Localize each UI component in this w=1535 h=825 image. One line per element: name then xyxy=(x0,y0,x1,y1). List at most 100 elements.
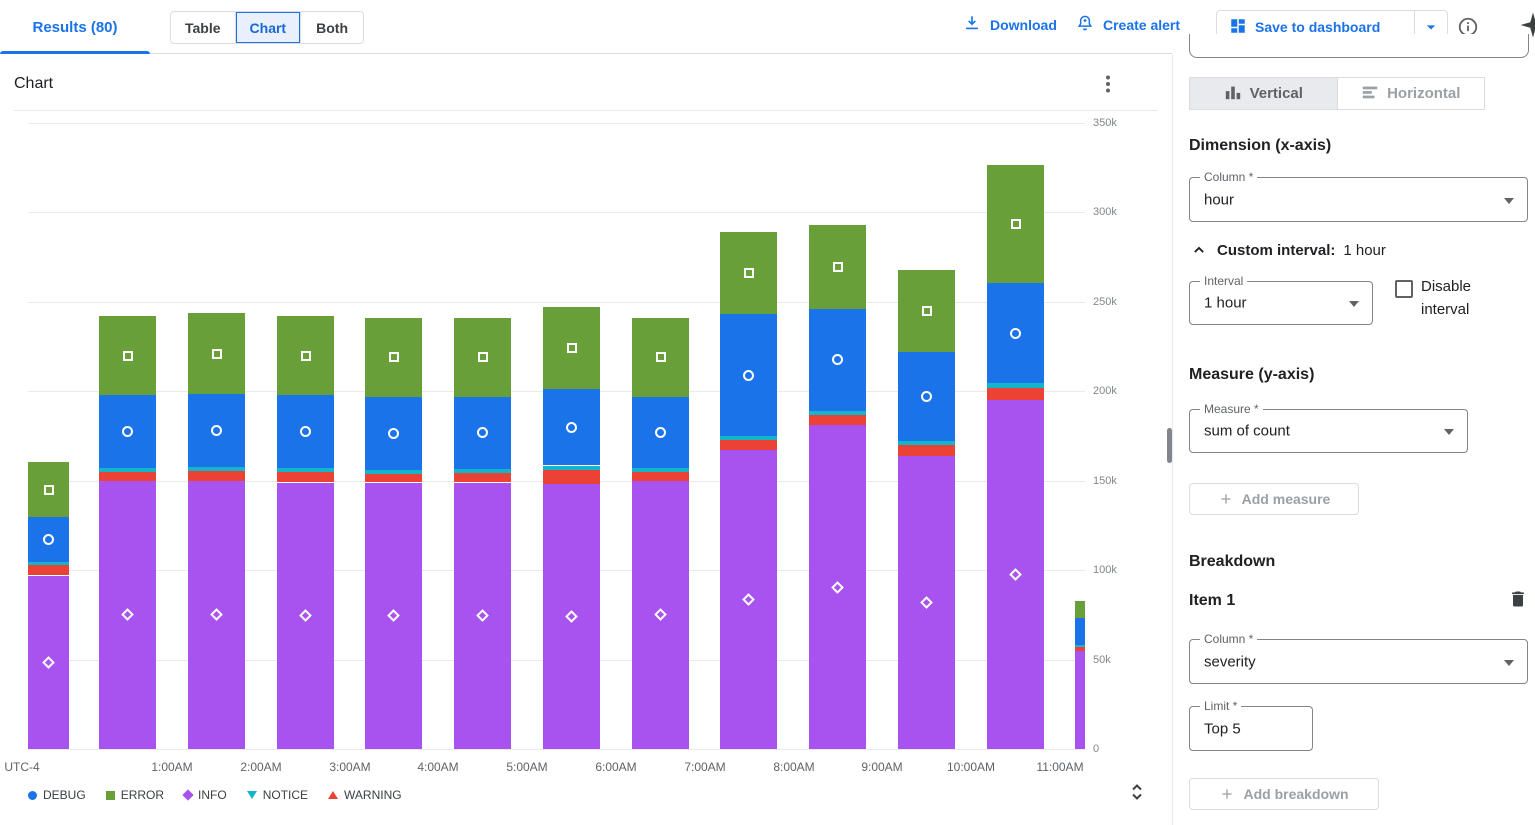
bar-segment-warning[interactable] xyxy=(1075,647,1085,651)
breakdown-heading: Breakdown xyxy=(1189,553,1275,571)
tab-results[interactable]: Results (80) xyxy=(0,0,150,54)
circle-marker-icon xyxy=(1010,328,1021,339)
bar-segment-warning[interactable] xyxy=(454,473,511,483)
bar-segment-warning[interactable] xyxy=(809,415,866,426)
y-axis-label: 200k xyxy=(1093,385,1117,397)
dimension-column-select[interactable]: Column * hour xyxy=(1189,177,1528,222)
bar-segment-notice[interactable] xyxy=(365,470,422,474)
bar-segment-warning[interactable] xyxy=(365,474,422,483)
horizontal-bars-icon xyxy=(1361,83,1379,105)
download-icon xyxy=(962,13,982,36)
horizontal-label: Horizontal xyxy=(1387,85,1460,102)
x-axis-label: 2:00AM xyxy=(221,760,301,774)
x-axis-label: 11:00AM xyxy=(1020,760,1100,774)
custom-interval-toggle[interactable]: Custom interval: 1 hour xyxy=(1189,240,1386,260)
panel-scrolled-field[interactable] xyxy=(1189,34,1529,58)
breakdown-limit-field[interactable]: Limit * Top 5 xyxy=(1189,706,1313,751)
dropdown-caret-icon[interactable] xyxy=(1504,198,1514,204)
square-marker-icon xyxy=(744,268,754,278)
dropdown-caret-icon[interactable] xyxy=(1444,429,1454,435)
disable-interval-checkbox[interactable] xyxy=(1395,280,1413,298)
download-button[interactable]: Download xyxy=(962,13,1057,36)
bar-segment-notice[interactable] xyxy=(632,468,689,472)
add-breakdown-label: Add breakdown xyxy=(1243,786,1348,802)
bar-segment-info[interactable] xyxy=(1075,651,1085,749)
bar-segment-warning[interactable] xyxy=(898,445,955,456)
download-label: Download xyxy=(990,17,1057,33)
bar-segment-warning[interactable] xyxy=(99,472,156,481)
unfold-icon[interactable] xyxy=(1124,780,1150,806)
bar-segment-warning[interactable] xyxy=(632,472,689,481)
square-marker-icon xyxy=(212,349,222,359)
bar-segment-notice[interactable] xyxy=(454,469,511,473)
legend-item-warning[interactable]: WARNING xyxy=(328,788,402,802)
triangle-up-swatch-icon xyxy=(328,791,338,799)
square-marker-icon xyxy=(922,306,932,316)
bar-segment-notice[interactable] xyxy=(188,467,245,471)
bar-segment-error[interactable] xyxy=(1075,601,1085,619)
x-axis-label: 3:00AM xyxy=(310,760,390,774)
bar-segment-notice[interactable] xyxy=(28,562,69,565)
y-axis-label: 50k xyxy=(1093,654,1111,666)
y-axis-label: 350k xyxy=(1093,117,1117,129)
bar-segment-notice[interactable] xyxy=(898,441,955,445)
create-alert-label: Create alert xyxy=(1103,17,1180,33)
breakdown-column-select[interactable]: Column * severity xyxy=(1189,639,1528,684)
bar-segment-notice[interactable] xyxy=(809,411,866,415)
orientation-horizontal-button[interactable]: Horizontal xyxy=(1337,78,1485,109)
square-marker-icon xyxy=(123,351,133,361)
bar-segment-notice[interactable] xyxy=(277,468,334,472)
y-axis-label: 0 xyxy=(1093,743,1099,755)
bar-segment-warning[interactable] xyxy=(188,471,245,481)
legend-item-error[interactable]: ERROR xyxy=(106,788,164,802)
bell-plus-icon xyxy=(1075,13,1095,36)
panel-scrollbar-thumb[interactable] xyxy=(1167,428,1172,463)
add-measure-button[interactable]: Add measure xyxy=(1189,483,1359,515)
measure-select[interactable]: Measure * sum of count xyxy=(1189,409,1468,453)
view-toggle-table[interactable]: Table xyxy=(171,12,236,43)
bar-segment-notice[interactable] xyxy=(99,468,156,472)
x-axis-label: 6:00AM xyxy=(576,760,656,774)
square-marker-icon xyxy=(301,351,311,361)
measure-label: Measure * xyxy=(1200,403,1263,415)
add-breakdown-button[interactable]: Add breakdown xyxy=(1189,778,1379,810)
orientation-toggle-group: Vertical Horizontal xyxy=(1189,77,1485,110)
bar-segment-notice[interactable] xyxy=(720,436,777,440)
dropdown-caret-icon[interactable] xyxy=(1349,301,1359,307)
orientation-vertical-button[interactable]: Vertical xyxy=(1190,78,1337,109)
square-marker-icon xyxy=(833,262,843,272)
square-marker-icon xyxy=(44,485,54,495)
custom-interval-label: Custom interval: xyxy=(1217,242,1335,259)
stacked-bar-chart: 050k100k150k200k250k300k350kUTC-41:00AM2… xyxy=(0,54,1172,825)
view-toggle-chart[interactable]: Chart xyxy=(236,12,302,43)
y-axis-label: 100k xyxy=(1093,564,1117,576)
interval-select[interactable]: Interval 1 hour xyxy=(1189,281,1373,325)
view-toggle-both[interactable]: Both xyxy=(301,12,363,43)
bar-segment-notice[interactable] xyxy=(543,466,600,470)
chart-config-panel: Vertical Horizontal Dimension (x-axis) C… xyxy=(1172,54,1535,825)
x-axis-label: 1:00AM xyxy=(132,760,212,774)
bar-segment-debug[interactable] xyxy=(1075,618,1085,645)
bar-segment-notice[interactable] xyxy=(1075,645,1085,647)
legend-label: WARNING xyxy=(344,788,402,802)
bar-segment-warning[interactable] xyxy=(987,388,1044,401)
legend-item-info[interactable]: INFO xyxy=(184,788,227,802)
measure-value: sum of count xyxy=(1204,423,1290,440)
legend-item-debug[interactable]: DEBUG xyxy=(28,788,86,802)
delete-breakdown-button[interactable] xyxy=(1506,588,1530,612)
create-alert-button[interactable]: Create alert xyxy=(1075,13,1180,36)
legend-item-notice[interactable]: NOTICE xyxy=(247,788,308,802)
plus-icon xyxy=(1218,491,1234,507)
x-axis-label: 8:00AM xyxy=(754,760,834,774)
y-axis-label: 250k xyxy=(1093,296,1117,308)
chart-legend: DEBUG ERROR INFO NOTICE WARNING xyxy=(28,788,402,802)
bar-segment-warning[interactable] xyxy=(277,472,334,483)
gridline xyxy=(28,749,1085,750)
square-marker-icon xyxy=(478,352,488,362)
bar-segment-notice[interactable] xyxy=(987,383,1044,387)
dimension-column-value: hour xyxy=(1204,191,1234,208)
bar-segment-warning[interactable] xyxy=(543,470,600,484)
bar-segment-warning[interactable] xyxy=(720,440,777,451)
bar-segment-warning[interactable] xyxy=(28,565,69,576)
dropdown-caret-icon[interactable] xyxy=(1504,660,1514,666)
